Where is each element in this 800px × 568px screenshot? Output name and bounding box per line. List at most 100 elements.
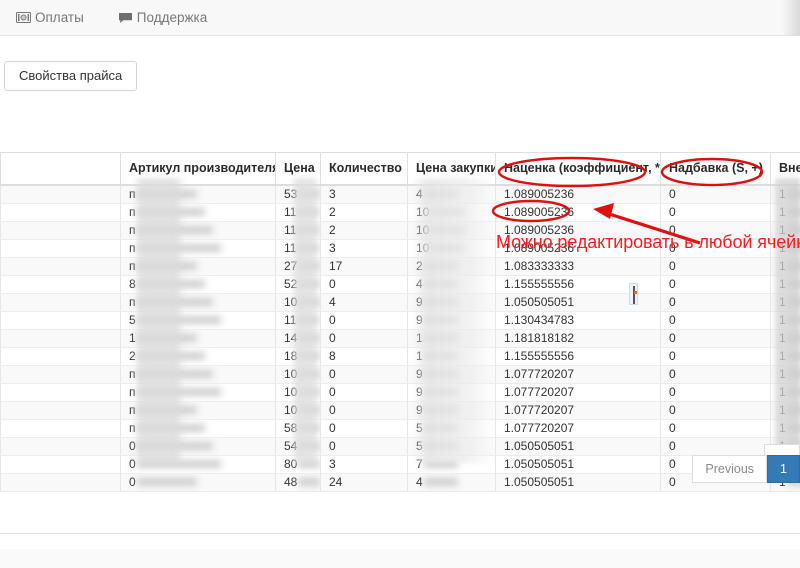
cell-purchase-price[interactable]: 1 [407, 329, 496, 348]
cell-surcharge[interactable]: 0 [660, 275, 771, 294]
cell-purchase-price[interactable]: 9 [407, 383, 496, 402]
cell-price[interactable]: 58 [275, 419, 321, 438]
cell-markup[interactable]: 1.155555556 [495, 347, 661, 366]
nav-item-support[interactable]: Поддержка [118, 11, 207, 25]
cell-select[interactable] [0, 184, 121, 204]
cell-purchase-price[interactable]: 10 [407, 239, 496, 258]
cell-surcharge[interactable]: 0 [660, 293, 771, 312]
cell-quantity[interactable]: 24 [320, 473, 408, 492]
cell-quantity[interactable]: 17 [320, 257, 408, 276]
table-row[interactable]: 1 14 0 1 1.181818182 0 1 [0, 329, 800, 348]
cell-select[interactable] [0, 347, 121, 366]
cell-article[interactable]: 0 [120, 473, 276, 492]
cell-external[interactable]: 1 [770, 419, 800, 438]
column-header-price[interactable]: Цена [275, 152, 321, 186]
cell-markup[interactable]: 1.089005236 [495, 184, 661, 204]
cell-external[interactable]: 1 [770, 329, 800, 348]
table-row[interactable]: п 10 0 9 1.077720207 0 1 [0, 383, 800, 402]
cell-price[interactable]: 80 [275, 455, 321, 474]
cell-select[interactable] [0, 221, 121, 240]
cell-price[interactable]: 54 [275, 437, 321, 456]
pagination-page-1-button[interactable]: 1 [767, 455, 800, 483]
cell-price[interactable]: 10 [275, 365, 321, 384]
cell-markup[interactable]: 1.089005236 [495, 203, 661, 222]
price-properties-button[interactable]: Свойства прайса [4, 61, 138, 91]
cell-price[interactable]: 14 [275, 329, 321, 348]
cell-purchase-price[interactable]: 9 [407, 401, 496, 420]
table-row[interactable]: 2 18 8 1 1.155555556 0 1 [0, 347, 800, 366]
cell-price[interactable]: 10 [275, 383, 321, 402]
cell-purchase-price[interactable]: 5 [407, 437, 496, 456]
cell-price[interactable]: 11 [275, 221, 321, 240]
cell-select[interactable] [0, 383, 121, 402]
cell-select[interactable] [0, 311, 121, 330]
cell-select[interactable] [0, 203, 121, 222]
cell-select[interactable] [0, 275, 121, 294]
cell-select[interactable] [0, 437, 121, 456]
column-header-quantity[interactable]: Количество [320, 152, 408, 186]
cell-markup[interactable]: 1.077720207 [495, 365, 661, 384]
cell-article[interactable]: п [120, 365, 276, 384]
column-header-markup-coefficient[interactable]: Наценка (коэффициент, *) [495, 152, 661, 186]
cell-surcharge[interactable]: 0 [660, 383, 771, 402]
cell-quantity[interactable]: 3 [320, 455, 408, 474]
table-row[interactable]: 080371.05050505101 [0, 455, 800, 474]
cell-markup[interactable]: 1.050505051 [495, 437, 661, 456]
cell-purchase-price[interactable]: 9 [407, 311, 496, 330]
cell-markup[interactable]: 1.077720207 [495, 383, 661, 402]
cell-surcharge[interactable]: 0 [660, 311, 771, 330]
cell-select[interactable] [0, 455, 121, 474]
cell-quantity[interactable]: 3 [320, 184, 408, 204]
cell-article[interactable]: 0 [120, 455, 276, 474]
table-row[interactable]: 0482441.05050505101 [0, 473, 800, 492]
cell-article[interactable]: п [120, 239, 276, 258]
cell-surcharge[interactable]: 0 [660, 347, 771, 366]
table-row[interactable]: 054051.05050505101 [0, 437, 800, 456]
cell-markup[interactable]: 1.077720207 [495, 401, 661, 420]
table-row[interactable]: п 11 2 10 1.089005236 0 1 [0, 203, 800, 222]
cell-quantity[interactable]: 0 [320, 311, 408, 330]
cell-price[interactable]: 11 [275, 311, 321, 330]
cell-markup[interactable]: 1.050505051 [495, 455, 661, 474]
cell-markup[interactable]: 1.130434783 [495, 311, 661, 330]
cell-external[interactable]: 1 [770, 203, 800, 222]
cell-purchase-price[interactable]: 4 [407, 473, 496, 492]
cell-article[interactable]: 5 [120, 311, 276, 330]
cell-article[interactable]: п [120, 203, 276, 222]
cell-purchase-price[interactable]: 10 [407, 203, 496, 222]
cell-quantity[interactable]: 0 [320, 329, 408, 348]
cell-markup[interactable]: 1.181818182 [495, 329, 661, 348]
cell-external[interactable]: 1 [770, 293, 800, 312]
cell-purchase-price[interactable]: 9 [407, 365, 496, 384]
cell-surcharge[interactable]: 0 [660, 401, 771, 420]
table-row[interactable]: 8 52 0 4 1.155555556 0 1 [0, 275, 800, 294]
column-header-surcharge[interactable]: Надбавка (S, +) [660, 152, 771, 186]
table-row[interactable]: п 58 0 5 1.077720207 0 1 [0, 419, 800, 438]
cell-purchase-price[interactable]: 4 [407, 275, 496, 294]
cell-article[interactable]: п [120, 401, 276, 420]
cell-purchase-price[interactable]: 7 [407, 455, 496, 474]
cell-surcharge[interactable]: 0 [660, 329, 771, 348]
cell-external[interactable]: 1 [770, 275, 800, 294]
column-header-external[interactable]: Внеш [770, 152, 800, 186]
cell-quantity[interactable]: 2 [320, 203, 408, 222]
cell-external[interactable]: 1 [770, 257, 800, 276]
cell-external[interactable]: 1 [770, 401, 800, 420]
cell-quantity[interactable]: 3 [320, 239, 408, 258]
cell-select[interactable] [0, 419, 121, 438]
column-header-article[interactable]: Артикул производителя [120, 152, 276, 186]
cell-surcharge[interactable]: 0 [660, 419, 771, 438]
cell-quantity[interactable]: 0 [320, 437, 408, 456]
cell-article[interactable]: 2 [120, 347, 276, 366]
table-row[interactable]: 5 11 0 9 1.130434783 0 1 [0, 311, 800, 330]
cell-select[interactable] [0, 257, 121, 276]
table-row[interactable]: п 10 0 9 1.077720207 0 1 [0, 401, 800, 420]
cell-markup[interactable]: 1.083333333 [495, 257, 661, 276]
cell-external[interactable]: 1 [770, 184, 800, 204]
cell-price[interactable]: 10 [275, 293, 321, 312]
cell-quantity[interactable]: 2 [320, 221, 408, 240]
cell-price[interactable]: 27 [275, 257, 321, 276]
cell-article[interactable]: п [120, 419, 276, 438]
cell-surcharge[interactable]: 0 [660, 203, 771, 222]
cell-price[interactable]: 52 [275, 275, 321, 294]
